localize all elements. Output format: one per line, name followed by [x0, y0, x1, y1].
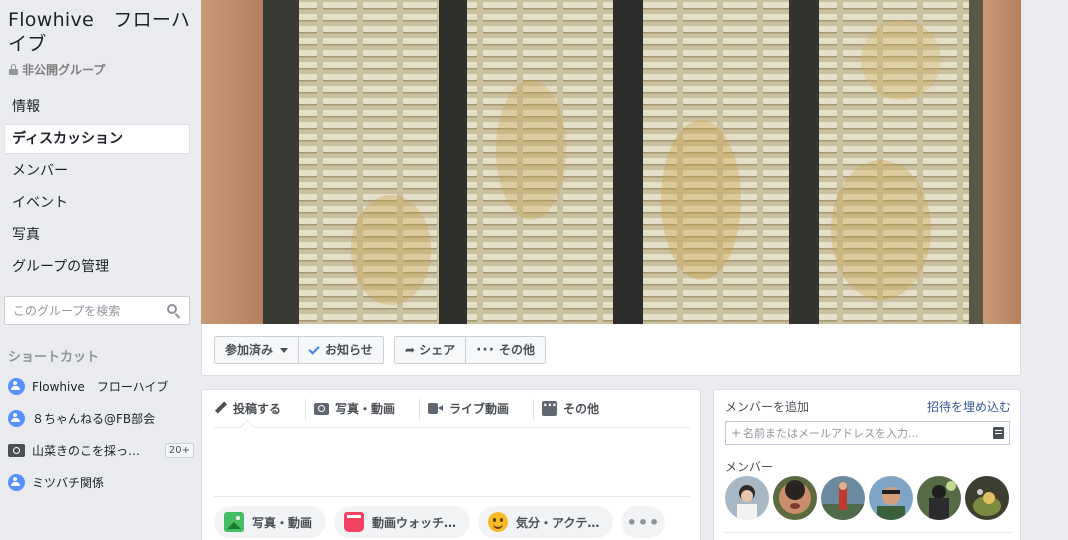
shortcut-item[interactable]: 山菜きのこを採っ… 20+ — [8, 434, 194, 466]
avatar[interactable] — [869, 476, 913, 520]
shortcut-label: ８ちゃんねる@FB部会 — [32, 411, 156, 426]
tab-more[interactable]: その他 — [533, 398, 611, 419]
nav-item-about[interactable]: 情報 — [4, 92, 190, 122]
group-icon — [8, 377, 25, 395]
post-composer: 投稿する 写真・動画 ライブ動画 その他 写真・動画 動画ウォッチ… 気分・アク… — [201, 389, 701, 540]
shortcut-label: Flowhive フローハイブ — [32, 379, 169, 394]
composer-more-button[interactable]: ••• — [621, 506, 666, 538]
shortcut-item[interactable]: ミツバチ関係 — [8, 466, 194, 498]
embed-invite-link[interactable]: 招待を埋め込む — [927, 398, 1011, 415]
membership-button-group: 参加済み お知らせ — [214, 336, 384, 364]
nav-item-manage-group[interactable]: グループの管理 — [4, 252, 190, 282]
joined-button[interactable]: 参加済み — [215, 337, 298, 363]
contact-list-icon[interactable] — [993, 427, 1004, 439]
privacy-label: 非公開グループ — [9, 61, 105, 78]
photo-icon — [224, 512, 244, 532]
avatar[interactable] — [821, 476, 865, 520]
shortcut-count-badge: 20+ — [164, 442, 194, 458]
pill-label: 動画ウォッチ… — [372, 515, 457, 530]
smiley-icon — [488, 512, 509, 532]
group-search-input[interactable] — [5, 297, 155, 324]
group-icon — [8, 409, 25, 427]
share-label: シェア — [419, 343, 456, 357]
tab-label: 投稿する — [233, 402, 282, 416]
privacy-text: 非公開グループ — [22, 63, 106, 77]
group-title[interactable]: Flowhive フローハイブ — [8, 8, 193, 56]
shortcut-label: 山菜きのこを採っ… — [32, 443, 141, 458]
member-avatars — [725, 476, 1009, 520]
video-camera-icon — [428, 403, 444, 414]
composer-action-buttons: 写真・動画 動画ウォッチ… 気分・アクテ… ••• — [214, 506, 666, 538]
more-label: その他 — [499, 343, 536, 357]
add-members-header: メンバーを追加 招待を埋め込む — [725, 398, 1011, 415]
left-sidebar: Flowhive フローハイブ 非公開グループ 情報 ディスカッション メンバー… — [0, 0, 198, 540]
group-search — [4, 296, 190, 325]
avatar[interactable] — [773, 476, 817, 520]
photo-video-button[interactable]: 写真・動画 — [214, 506, 327, 538]
avatar[interactable] — [725, 476, 769, 520]
tab-live-video[interactable]: ライブ動画 — [419, 398, 521, 419]
composer-tabs: 投稿する 写真・動画 ライブ動画 その他 — [214, 390, 690, 428]
share-button-group: ➦ シェア ··· その他 — [394, 336, 547, 364]
add-members-card: メンバーを追加 招待を埋め込む + メンバー — [713, 389, 1021, 540]
shortcut-item[interactable]: Flowhive フローハイブ — [8, 370, 194, 402]
members-heading: メンバー — [725, 460, 774, 474]
group-action-bar: 参加済み お知らせ ➦ シェア ··· その他 — [201, 324, 1021, 376]
tab-label: その他 — [563, 402, 600, 416]
shortcuts-heading: ショートカット — [8, 350, 100, 365]
notifications-button[interactable]: お知らせ — [298, 337, 383, 363]
avatar[interactable] — [965, 476, 1009, 520]
post-text-area[interactable] — [214, 429, 690, 497]
watch-party-button[interactable]: 動画ウォッチ… — [334, 506, 471, 538]
camera-icon — [8, 443, 25, 457]
pill-label: 気分・アクテ… — [516, 515, 600, 530]
camera-icon — [314, 402, 330, 415]
tab-label: ライブ動画 — [449, 402, 510, 416]
nav-item-members[interactable]: メンバー — [4, 156, 190, 186]
shortcut-label: ミツバチ関係 — [32, 475, 105, 490]
nav-item-photos[interactable]: 写真 — [4, 220, 190, 250]
notifications-label: お知らせ — [325, 343, 373, 357]
share-arrow-icon: ➦ — [405, 343, 416, 357]
shortcut-item[interactable]: ８ちゃんねる@FB部会 — [8, 402, 194, 434]
cover-photo[interactable] — [201, 0, 1021, 324]
tab-label: 写真・動画 — [335, 402, 396, 416]
popcorn-icon — [344, 512, 365, 532]
share-button[interactable]: ➦ シェア — [395, 337, 465, 363]
plus-icon: + — [730, 426, 742, 440]
more-icon — [542, 398, 558, 416]
tab-write-post[interactable]: 投稿する — [214, 399, 293, 419]
joined-label: 参加済み — [225, 343, 274, 357]
checkmark-icon — [308, 342, 320, 355]
add-member-input[interactable] — [742, 423, 992, 443]
ellipsis-icon: ··· — [476, 342, 496, 358]
group-nav: 情報 ディスカッション メンバー イベント 写真 グループの管理 — [4, 92, 190, 284]
add-member-field: + — [725, 421, 1010, 445]
shortcuts-list: Flowhive フローハイブ ８ちゃんねる@FB部会 山菜きのこを採っ… 20… — [8, 370, 194, 498]
add-members-label: メンバーを追加 — [725, 400, 810, 414]
nav-item-events[interactable]: イベント — [4, 188, 190, 218]
search-icon[interactable] — [167, 304, 181, 319]
nav-item-discussion[interactable]: ディスカッション — [4, 124, 190, 154]
feeling-activity-button[interactable]: 気分・アクテ… — [478, 506, 614, 538]
chevron-down-icon — [280, 347, 289, 353]
avatar[interactable] — [917, 476, 961, 520]
pill-label: 写真・動画 — [252, 515, 313, 530]
divider — [725, 532, 1011, 533]
more-button[interactable]: ··· その他 — [465, 337, 545, 363]
lock-icon — [9, 64, 18, 75]
group-icon — [8, 473, 25, 491]
pencil-icon — [214, 402, 227, 415]
tab-photo-video[interactable]: 写真・動画 — [305, 398, 407, 419]
